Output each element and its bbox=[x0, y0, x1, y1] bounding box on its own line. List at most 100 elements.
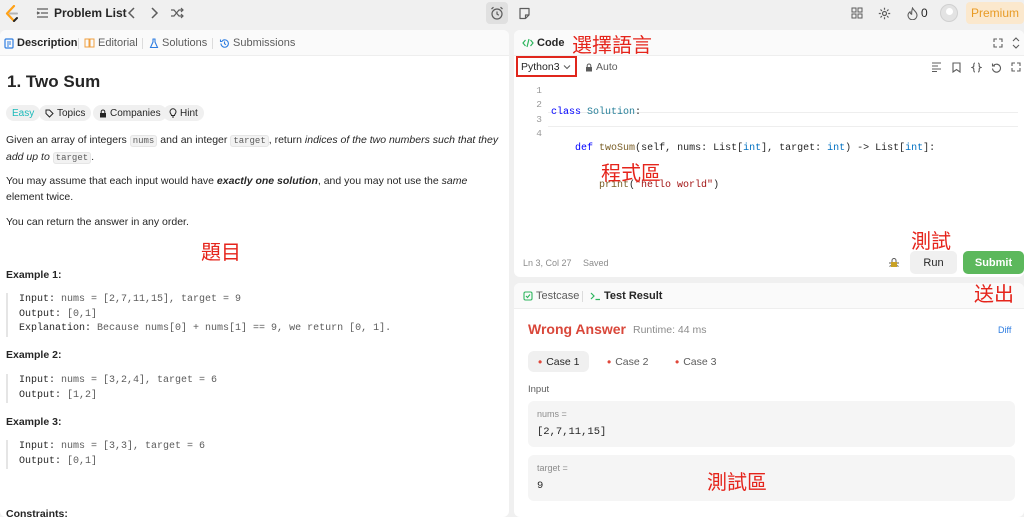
example-title: Example 2: bbox=[6, 349, 62, 361]
code-token: : bbox=[635, 107, 642, 118]
flask-icon bbox=[149, 37, 159, 48]
inline-code: nums bbox=[129, 135, 158, 147]
case-tab-2[interactable]: • Case 2 bbox=[597, 351, 658, 372]
language-select[interactable]: Python3 bbox=[516, 56, 577, 77]
tab-submissions[interactable]: Submissions bbox=[219, 37, 295, 49]
flame-icon[interactable] bbox=[904, 5, 920, 21]
tab-submissions-label: Submissions bbox=[233, 37, 296, 49]
expand-icon[interactable] bbox=[990, 35, 1006, 51]
tab-solutions-label: Solutions bbox=[162, 37, 208, 49]
example-label: Output: bbox=[19, 455, 62, 467]
case-tab-label: Case 3 bbox=[683, 355, 717, 368]
code-token: int bbox=[827, 143, 846, 155]
example-label: Explanation: bbox=[19, 323, 92, 334]
variable-value: [2,7,11,15] bbox=[537, 426, 607, 438]
chevron-left-icon[interactable] bbox=[123, 5, 139, 21]
collapse-icon[interactable] bbox=[1008, 35, 1024, 51]
bookmark-icon[interactable] bbox=[950, 61, 962, 73]
code-token: ) -> List[ bbox=[845, 143, 906, 155]
topics-chip[interactable]: Topics bbox=[39, 105, 92, 121]
tab-code[interactable]: Code bbox=[522, 37, 565, 49]
example-label: Input: bbox=[19, 441, 56, 452]
tab-code-label: Code bbox=[537, 37, 565, 49]
annotation-code-area: 程式區 bbox=[601, 161, 661, 185]
leetcode-logo[interactable] bbox=[5, 5, 19, 22]
tab-test-result-label: Test Result bbox=[604, 290, 663, 302]
annotation-test: 測試 bbox=[911, 229, 951, 253]
example-label: Input: bbox=[19, 375, 56, 386]
settings-icon[interactable] bbox=[876, 5, 892, 21]
difficulty-label: Easy bbox=[12, 107, 35, 119]
case-tab-3[interactable]: • Case 3 bbox=[665, 351, 726, 372]
annotation-test-area: 測試區 bbox=[707, 470, 767, 494]
case-tab-1[interactable]: • Case 1 bbox=[528, 351, 590, 372]
example-output: [0,1] bbox=[67, 308, 98, 320]
line-number: 4 bbox=[536, 128, 542, 140]
format-icon[interactable] bbox=[930, 61, 942, 73]
code-token: ], target: bbox=[761, 143, 828, 155]
tab-editorial-label: Editorial bbox=[98, 37, 138, 49]
problem-statement: Given an array of integers nums and an i… bbox=[6, 132, 504, 166]
chevron-right-icon[interactable] bbox=[146, 5, 162, 21]
test-tabbar: Testcase Test Result bbox=[514, 283, 1024, 309]
statement-emphasis: same bbox=[441, 175, 468, 187]
tab-editorial[interactable]: Editorial bbox=[84, 37, 138, 49]
statement-text: element twice. bbox=[6, 191, 74, 203]
statement-text: You may assume that each input would hav… bbox=[6, 175, 217, 187]
submit-button[interactable]: Submit bbox=[963, 251, 1024, 274]
shuffle-icon[interactable] bbox=[169, 5, 185, 21]
example-label: Output: bbox=[19, 308, 62, 320]
history-icon bbox=[219, 38, 229, 48]
code-line: class Solution: bbox=[551, 106, 1019, 120]
case-tab-label: Case 1 bbox=[546, 355, 580, 368]
code-token: (self, nums: List[ bbox=[635, 143, 744, 155]
fail-dot-icon: • bbox=[607, 354, 612, 369]
avatar[interactable] bbox=[940, 4, 958, 22]
alarm-clock-icon[interactable] bbox=[486, 2, 508, 24]
example-label: Output: bbox=[19, 389, 62, 401]
tab-test-result[interactable]: Test Result bbox=[590, 290, 662, 302]
problem-list-link[interactable]: Problem List bbox=[54, 6, 127, 20]
code-token: Solution bbox=[587, 107, 636, 118]
line-number: 1 bbox=[536, 85, 542, 96]
line-number: 3 bbox=[536, 113, 542, 125]
fullscreen-icon[interactable] bbox=[1010, 61, 1022, 73]
variable-name: nums = bbox=[537, 409, 567, 419]
layout-icon[interactable] bbox=[849, 5, 865, 21]
example-block: Input: nums = [3,2,4], target = 6 Output… bbox=[6, 374, 217, 403]
reset-icon[interactable] bbox=[990, 61, 1002, 73]
tab-description[interactable]: Description bbox=[4, 37, 78, 49]
code-token: int bbox=[905, 143, 924, 155]
variable-box: target = 9 bbox=[528, 455, 1015, 501]
problem-order-note: You can return the answer in any order. bbox=[6, 216, 189, 228]
debugger-icon[interactable] bbox=[888, 257, 900, 269]
tab-testcase[interactable]: Testcase bbox=[523, 290, 579, 302]
tab-divider bbox=[142, 38, 143, 49]
checkbox-icon bbox=[523, 291, 533, 301]
tab-divider bbox=[212, 38, 213, 49]
tab-solutions[interactable]: Solutions bbox=[149, 37, 207, 49]
example-block: Input: nums = [3,3], target = 6 Output: … bbox=[6, 440, 205, 469]
premium-button[interactable]: Premium bbox=[966, 2, 1024, 24]
companies-label: Companies bbox=[110, 107, 161, 119]
list-icon[interactable] bbox=[34, 5, 50, 21]
hint-chip[interactable]: Hint bbox=[163, 105, 204, 121]
companies-chip[interactable]: Companies bbox=[93, 105, 167, 121]
code-icon bbox=[522, 38, 534, 48]
lightbulb-icon bbox=[169, 108, 177, 118]
example-explanation: Because nums[0] + nums[1] == 9, we retur… bbox=[97, 323, 392, 334]
example-label: Input: bbox=[19, 294, 56, 305]
diff-toggle[interactable]: Diff bbox=[998, 325, 1011, 335]
lock-icon bbox=[100, 109, 106, 117]
fail-dot-icon: • bbox=[538, 354, 543, 369]
run-button[interactable]: Run bbox=[910, 251, 957, 274]
code-token: int bbox=[743, 143, 762, 155]
braces-icon[interactable] bbox=[970, 61, 982, 73]
example-output: [1,2] bbox=[67, 389, 98, 401]
fail-dot-icon: • bbox=[675, 354, 680, 369]
note-icon[interactable] bbox=[513, 2, 535, 24]
example-title: Example 1: bbox=[6, 269, 62, 281]
tab-divider bbox=[582, 291, 583, 302]
auto-save-mode[interactable]: Auto bbox=[585, 61, 618, 73]
